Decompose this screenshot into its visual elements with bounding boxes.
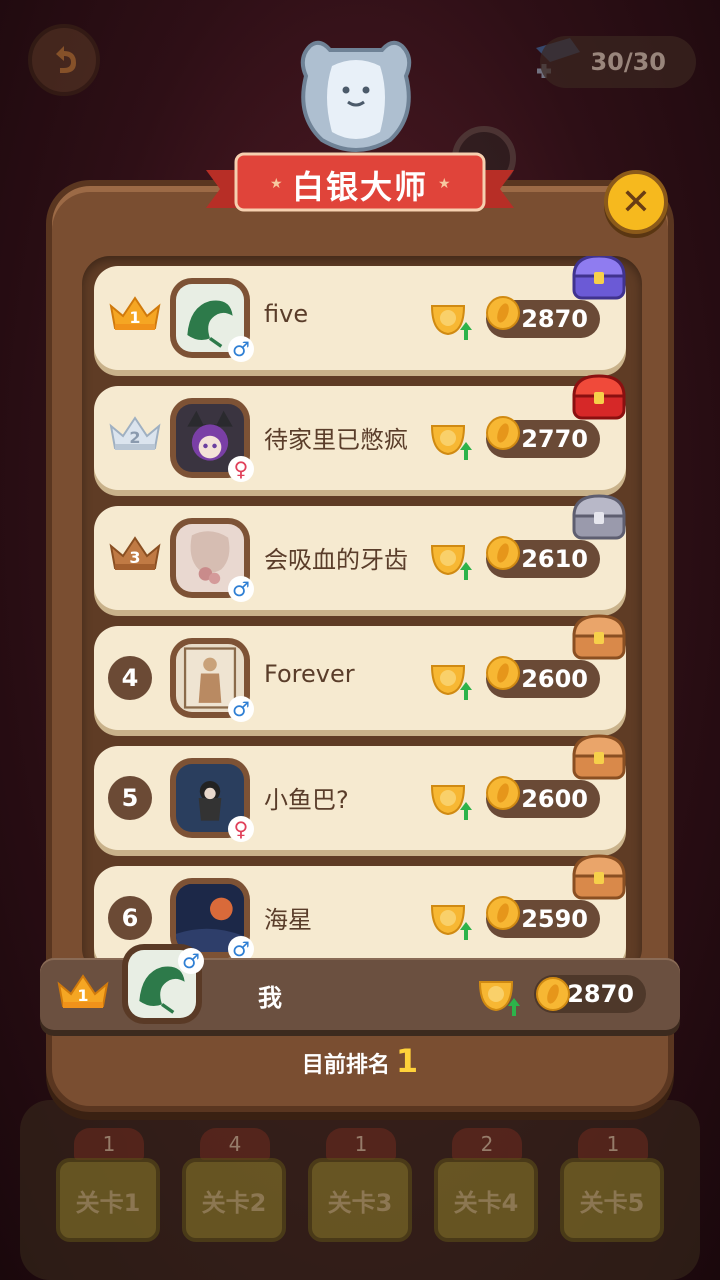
- back-button[interactable]: [28, 24, 100, 96]
- leaderboard-row: 2 ♀ 待家里已憋疯 2770: [94, 374, 626, 490]
- leaderboard-row: 4 ♂ Forever 2600: [94, 614, 626, 730]
- coin-icon: [486, 776, 520, 810]
- coin-icon: [536, 977, 570, 1011]
- energy-counter: 30/30: [540, 36, 696, 88]
- player-name: 小鱼巴?: [264, 786, 349, 814]
- wooden-chest-icon[interactable]: [570, 852, 628, 902]
- coin-icon: [486, 416, 520, 450]
- level-count: 1: [74, 1128, 144, 1160]
- rank-number: 3: [129, 548, 140, 567]
- current-rank-label: 目前排名: [301, 1053, 390, 1078]
- bronze-crown-icon: 3: [109, 536, 161, 570]
- rank-number: 4: [108, 656, 152, 700]
- coin-icon: [486, 536, 520, 570]
- trophy-up-icon: [430, 425, 472, 460]
- rank-number: 6: [108, 896, 152, 940]
- player-name: 待家里已憋疯: [264, 426, 408, 454]
- trophy-up-icon: [430, 305, 472, 340]
- male-icon: ♂: [228, 696, 254, 722]
- trophy-up-icon: [430, 545, 472, 580]
- current-rank-value: 1: [395, 1042, 419, 1080]
- silver-crown-icon: 2: [109, 416, 161, 450]
- level-button-2[interactable]: 关卡2: [182, 1158, 286, 1242]
- level-count: 1: [326, 1128, 396, 1160]
- coin-icon: [486, 656, 520, 690]
- level-count: 1: [578, 1128, 648, 1160]
- trophy-up-icon: [430, 665, 472, 700]
- wooden-chest-icon[interactable]: [570, 612, 628, 662]
- current-rank: 目前排名 1: [0, 1042, 720, 1080]
- level-button-4[interactable]: 关卡4: [434, 1158, 538, 1242]
- level-count: 2: [452, 1128, 522, 1160]
- male-icon: ♂: [228, 576, 254, 602]
- player-name: five: [264, 300, 309, 328]
- red-chest-icon[interactable]: [570, 372, 628, 422]
- male-icon: ♂: [228, 336, 254, 362]
- player-name: 海星: [264, 906, 312, 934]
- female-icon: ♀: [228, 816, 254, 842]
- my-rank-row: 1 ♂ 我 2870: [40, 944, 680, 1030]
- rank-number: 1: [129, 308, 140, 327]
- back-arrow-icon: [56, 46, 76, 73]
- trophy-up-icon: [478, 981, 520, 1016]
- player-name: 会吸血的牙齿: [264, 546, 408, 574]
- silver-rank-badge-icon: [300, 40, 412, 152]
- coin-icon: [486, 896, 520, 930]
- close-button[interactable]: ✕: [604, 170, 668, 234]
- player-name: Forever: [264, 660, 355, 688]
- gold-crown-icon: 1: [109, 296, 161, 330]
- rank-number: 5: [108, 776, 152, 820]
- my-rank-number: 1: [77, 986, 88, 1005]
- leaderboard-row: 1 ♂ five 2870: [94, 256, 626, 370]
- rank-number: 2: [129, 428, 140, 447]
- my-name: 我: [258, 984, 282, 1012]
- wooden-chest-icon[interactable]: [570, 732, 628, 782]
- level-button-3[interactable]: 关卡3: [308, 1158, 412, 1242]
- male-icon: ♂: [178, 948, 204, 974]
- leaderboard-row: 3 ♂ 会吸血的牙齿 2610: [94, 494, 626, 610]
- leaderboard-row: 5 ♀ 小鱼巴? 2600: [94, 734, 626, 850]
- silver-chest-icon[interactable]: [570, 492, 628, 542]
- dialog-title: 白银大师: [291, 168, 428, 206]
- leaderboard-list[interactable]: 1 ♂ five 2870 2 ♀ 待家里已憋疯 2770 3 ♂ 会吸血的牙齿…: [82, 256, 642, 976]
- close-icon: ✕: [620, 181, 652, 223]
- purple-chest-icon[interactable]: [570, 256, 628, 302]
- coin-icon: [486, 296, 520, 330]
- level-button-1[interactable]: 关卡1: [56, 1158, 160, 1242]
- level-count: 4: [200, 1128, 270, 1160]
- gold-crown-icon: 1: [57, 974, 109, 1008]
- trophy-up-icon: [430, 905, 472, 940]
- trophy-up-icon: [430, 785, 472, 820]
- female-icon: ♀: [228, 456, 254, 482]
- level-button-5[interactable]: 关卡5: [560, 1158, 664, 1242]
